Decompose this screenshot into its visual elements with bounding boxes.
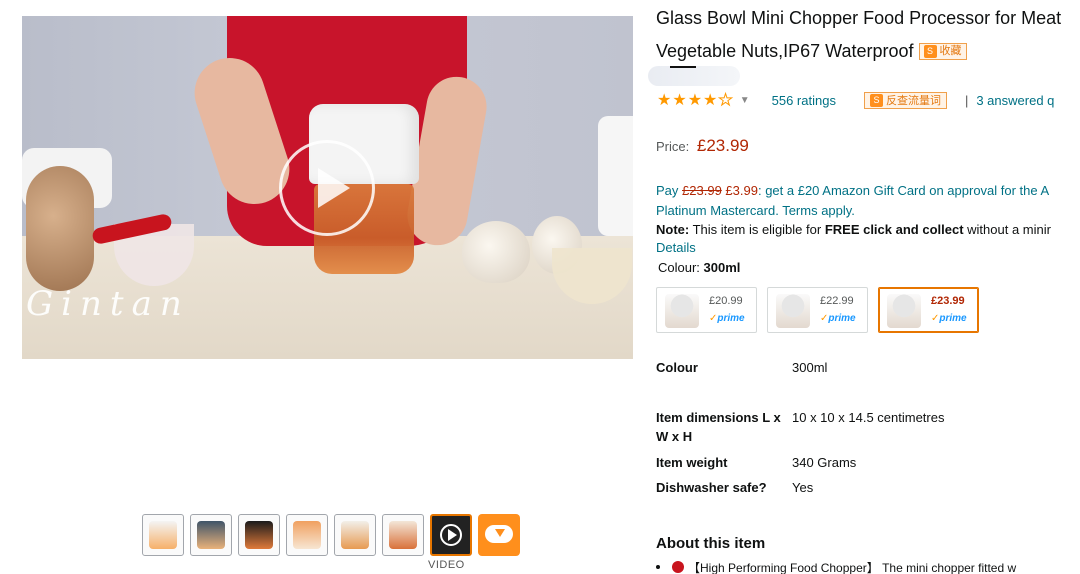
star-rating-icon[interactable]: ★★★★★ — [657, 90, 734, 110]
details-link[interactable]: Details — [656, 240, 696, 255]
product-title: Glass Bowl Mini Chopper Food Processor f… — [656, 2, 1080, 68]
spec-value: 300ml — [792, 360, 828, 375]
promo-text-2: Platinum Mastercard. Terms apply. — [656, 203, 855, 218]
thumbnail-image-2[interactable] — [190, 514, 232, 556]
bullet-dot-icon — [656, 565, 660, 569]
thumbnail-strip — [142, 514, 520, 556]
note-bold: FREE click and collect — [824, 222, 964, 237]
favorite-badge-label: 收藏 — [939, 45, 962, 57]
colour-selection-label: Colour: 300ml — [658, 260, 740, 275]
about-this-item-heading: About this item — [656, 535, 766, 552]
price-row: Price: £23.99 — [656, 136, 749, 156]
product-title-line-2-text: Vegetable Nuts,IP67 Waterproof — [656, 41, 914, 61]
note-text-a: This item is eligible for — [689, 222, 825, 237]
click-collect-note: Note: This item is eligible for FREE cli… — [656, 220, 1080, 240]
thumbnail-image-4[interactable] — [286, 514, 328, 556]
prime-badge: ✓prime — [931, 313, 967, 324]
promo-line-1: Pay £23.99 £3.99: get a £20 Amazon Gift … — [656, 181, 1080, 201]
video-right-appliance — [598, 116, 633, 236]
price-label: Price: — [656, 139, 690, 154]
spec-value: Yes — [792, 480, 814, 495]
thumbnail-image-5[interactable] — [334, 514, 376, 556]
rating-row: ★★★★★ ▼ 556 ratings S 反查流量词 | 3 answered… — [657, 90, 1054, 110]
separator: | — [964, 92, 969, 108]
ratings-count-link[interactable]: 556 ratings — [772, 93, 836, 108]
promo-pay: Pay — [656, 183, 679, 198]
prime-label: prime — [717, 313, 745, 324]
swatch-price: £22.99 — [820, 295, 854, 307]
promo-old-price: £23.99 — [682, 183, 722, 198]
promo-text-1: : get a £20 Amazon Gift Card on approval… — [757, 183, 1050, 198]
colour-label: Colour: — [658, 260, 704, 275]
credit-card-promo[interactable]: Pay £23.99 £3.99: get a £20 Amazon Gift … — [656, 181, 1080, 221]
chevron-down-icon[interactable]: ▼ — [740, 95, 750, 106]
brand-underline — [670, 66, 696, 68]
swatch-option-3-selected[interactable]: £23.99 ✓prime — [878, 287, 979, 333]
prime-label: prime — [828, 313, 856, 324]
about-bullet-text: 【High Performing Food Chopper】 The mini … — [688, 561, 1017, 574]
note-text-b: without a minir — [963, 222, 1051, 237]
spec-value: 340 Grams — [792, 455, 857, 470]
price-value: £23.99 — [696, 136, 749, 155]
answered-questions-link[interactable]: 3 answered q — [976, 93, 1054, 108]
prime-badge: ✓prime — [820, 313, 856, 324]
note-label: Note: — [656, 222, 690, 237]
swatch-image — [665, 294, 699, 328]
colour-value: 300ml — [703, 260, 741, 275]
reverse-traffic-badge[interactable]: S 反查流量词 — [863, 91, 947, 109]
about-bullet: 【High Performing Food Chopper】 The mini … — [656, 559, 1016, 574]
product-title-line-1: Glass Bowl Mini Chopper Food Processor f… — [656, 8, 1062, 28]
colour-swatches: £20.99 ✓prime £22.99 ✓prime £23.99 ✓prim… — [656, 287, 979, 333]
promo-new-price: £3.99 — [725, 183, 758, 198]
main-product-video[interactable]: Gintan — [22, 16, 633, 359]
spec-key: Item weight — [656, 455, 728, 470]
video-watermark: Gintan — [26, 284, 190, 324]
plugin-logo-icon: S — [869, 93, 883, 107]
reverse-traffic-badge-label: 反查流量词 — [885, 95, 941, 107]
swatch-option-2[interactable]: £22.99 ✓prime — [767, 287, 868, 333]
spec-key: Colour — [656, 360, 698, 375]
swatch-price: £20.99 — [709, 295, 743, 307]
thumbnail-video[interactable] — [430, 514, 472, 556]
video-thumbnail-label: VIDEO — [428, 559, 465, 571]
spec-key: Item dimensions L x W x H — [656, 410, 781, 444]
thumbnail-image-3[interactable] — [238, 514, 280, 556]
pepper-emoji-icon — [672, 561, 684, 573]
prime-label: prime — [939, 313, 967, 324]
swatch-price: £23.99 — [931, 295, 965, 307]
video-garlic — [462, 221, 530, 283]
spec-key: Dishwasher safe? — [656, 480, 767, 495]
play-triangle-icon[interactable] — [318, 168, 350, 208]
swatch-option-1[interactable]: £20.99 ✓prime — [656, 287, 757, 333]
product-title-line-2: Vegetable Nuts,IP67 Waterproof S 收藏 — [656, 35, 1080, 68]
thumbnail-image-6[interactable] — [382, 514, 424, 556]
thumbnail-image-1[interactable] — [142, 514, 184, 556]
video-pumpkin — [26, 166, 94, 291]
spec-value: 10 x 10 x 14.5 centimetres — [792, 410, 945, 425]
play-icon — [448, 529, 457, 541]
swatch-image — [776, 294, 810, 328]
brand-store-link-blurred[interactable] — [648, 66, 740, 86]
swatch-image — [887, 294, 921, 328]
download-arrow-icon — [495, 529, 505, 537]
prime-badge: ✓prime — [709, 313, 745, 324]
download-cloud-button[interactable] — [478, 514, 520, 556]
favorite-badge[interactable]: S 收藏 — [918, 43, 967, 60]
plugin-logo-icon: S — [923, 45, 937, 58]
